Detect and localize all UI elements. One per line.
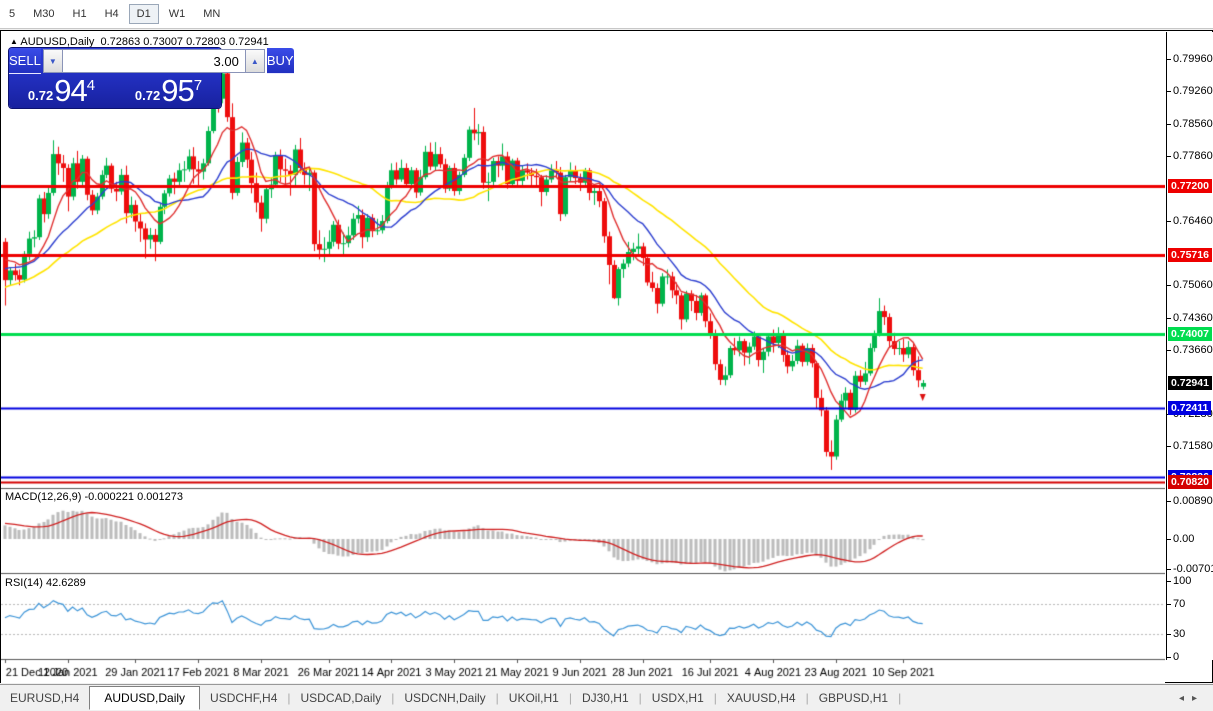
- axis-tick-mark: [1167, 446, 1171, 447]
- price-tick-label: 0.76460: [1173, 215, 1213, 227]
- tab-ukoil-h1[interactable]: UKOil,H1: [499, 687, 569, 709]
- timeframe-button-w1[interactable]: W1: [161, 4, 194, 24]
- tab-separator: |: [898, 691, 901, 705]
- rsi-tick-label: 70: [1173, 598, 1185, 610]
- price-axis: 0.79960 0.79260 0.78560 0.77860 0.76460 0.750…: [1166, 32, 1213, 660]
- volume-input[interactable]: [63, 49, 245, 73]
- one-click-trade-panel: SELL ▼ ▲ BUY 0.72944 0.72957: [9, 48, 221, 108]
- level-price-flag-077200: 0.77200: [1168, 179, 1212, 193]
- axis-tick-mark: [1167, 91, 1171, 92]
- axis-tick-mark: [1167, 350, 1171, 351]
- level-price-flag-075716: 0.75716: [1168, 248, 1212, 262]
- tab-scroll-arrows[interactable]: ◂▸: [1179, 693, 1205, 704]
- axis-tick-mark: [1167, 581, 1171, 582]
- price-tick-label: 0.71580: [1173, 440, 1213, 452]
- rsi-tick-label: 0: [1173, 651, 1179, 663]
- tab-usdcnh-daily[interactable]: USDCNH,Daily: [394, 687, 495, 709]
- sell-price[interactable]: 0.72944: [9, 74, 114, 108]
- tab-usdcad-daily[interactable]: USDCAD,Daily: [291, 687, 392, 709]
- level-price-flag-074007: 0.74007: [1168, 327, 1212, 341]
- buy-price-big: 95: [161, 73, 193, 109]
- axis-tick-mark: [1167, 569, 1171, 570]
- timeframe-button-d1[interactable]: D1: [129, 4, 159, 24]
- axis-tick-mark: [1167, 285, 1171, 286]
- rsi-tick-label: 100: [1173, 575, 1191, 587]
- macd-tick-label: -0.007013: [1173, 563, 1213, 575]
- trading-app: 5M30H1H4D1W1MN ▲ AUDUSD,Daily 0.72863 0.…: [0, 0, 1213, 711]
- price-tick-label: 0.77860: [1173, 150, 1213, 162]
- sell-button[interactable]: SELL: [9, 48, 41, 74]
- price-tick-label: 0.75060: [1173, 279, 1213, 291]
- axis-tick-mark: [1167, 501, 1171, 502]
- sell-price-pip: 4: [87, 77, 95, 94]
- axis-tick-mark: [1167, 604, 1171, 605]
- timeframe-toolbar: 5M30H1H4D1W1MN: [0, 0, 1213, 29]
- buy-button[interactable]: BUY: [267, 48, 294, 74]
- price-chart-canvas[interactable]: [1, 32, 1165, 683]
- macd-tick-label: 0.008904: [1173, 495, 1213, 507]
- timeframe-button-h4[interactable]: H4: [97, 4, 127, 24]
- current-price-flag: 0.72941: [1168, 376, 1212, 390]
- level-price-flag-072411: 0.72411: [1168, 401, 1211, 415]
- axis-tick-mark: [1167, 156, 1171, 157]
- axis-tick-mark: [1167, 318, 1171, 319]
- axis-tick-mark: [1167, 124, 1171, 125]
- price-tick-label: 0.74360: [1173, 312, 1213, 324]
- axis-tick-mark: [1167, 59, 1171, 60]
- tab-audusd-daily[interactable]: AUDUSD,Daily: [89, 686, 200, 710]
- tab-eurusd-h4[interactable]: EURUSD,H4: [0, 687, 89, 709]
- axis-tick-mark: [1167, 221, 1171, 222]
- timeframe-button-mn[interactable]: MN: [195, 4, 228, 24]
- axis-tick-mark: [1167, 539, 1171, 540]
- toolbar-separator: [235, 3, 236, 25]
- axis-tick-mark: [1167, 634, 1171, 635]
- buy-price-base: 0.72: [135, 88, 160, 103]
- sell-price-base: 0.72: [28, 88, 53, 103]
- tab-gbpusd-h1[interactable]: GBPUSD,H1: [809, 687, 898, 709]
- timeframe-button-5[interactable]: 5: [1, 4, 23, 24]
- tab-dj30-h1[interactable]: DJ30,H1: [572, 687, 639, 709]
- volume-decrease-button[interactable]: ▼: [43, 49, 63, 73]
- volume-increase-button[interactable]: ▲: [245, 49, 265, 73]
- axis-tick-mark: [1167, 657, 1171, 658]
- macd-tick-label: 0.00: [1173, 533, 1194, 545]
- sell-price-big: 94: [54, 73, 86, 109]
- timeframe-button-m30[interactable]: M30: [25, 4, 62, 24]
- chart-window: ▲ AUDUSD,Daily 0.72863 0.73007 0.72803 0…: [0, 30, 1213, 683]
- buy-price-pip: 7: [194, 77, 202, 94]
- price-tick-label: 0.73660: [1173, 344, 1213, 356]
- buy-price[interactable]: 0.72957: [116, 74, 221, 108]
- tab-usdchf-h4[interactable]: USDCHF,H4: [200, 687, 287, 709]
- price-tick-label: 0.79960: [1173, 53, 1213, 65]
- tab-xauusd-h4[interactable]: XAUUSD,H4: [717, 687, 806, 709]
- tab-usdx-h1[interactable]: USDX,H1: [642, 687, 714, 709]
- price-tick-label: 0.79260: [1173, 85, 1213, 97]
- timeframe-button-h1[interactable]: H1: [65, 4, 95, 24]
- price-tick-label: 0.78560: [1173, 118, 1213, 130]
- symbol-tab-bar: EURUSD,H4AUDUSD,DailyUSDCHF,H4 | USDCAD,Da…: [0, 684, 1213, 711]
- rsi-tick-label: 30: [1173, 628, 1185, 640]
- level-price-flag-070820: 0.70820: [1168, 475, 1212, 489]
